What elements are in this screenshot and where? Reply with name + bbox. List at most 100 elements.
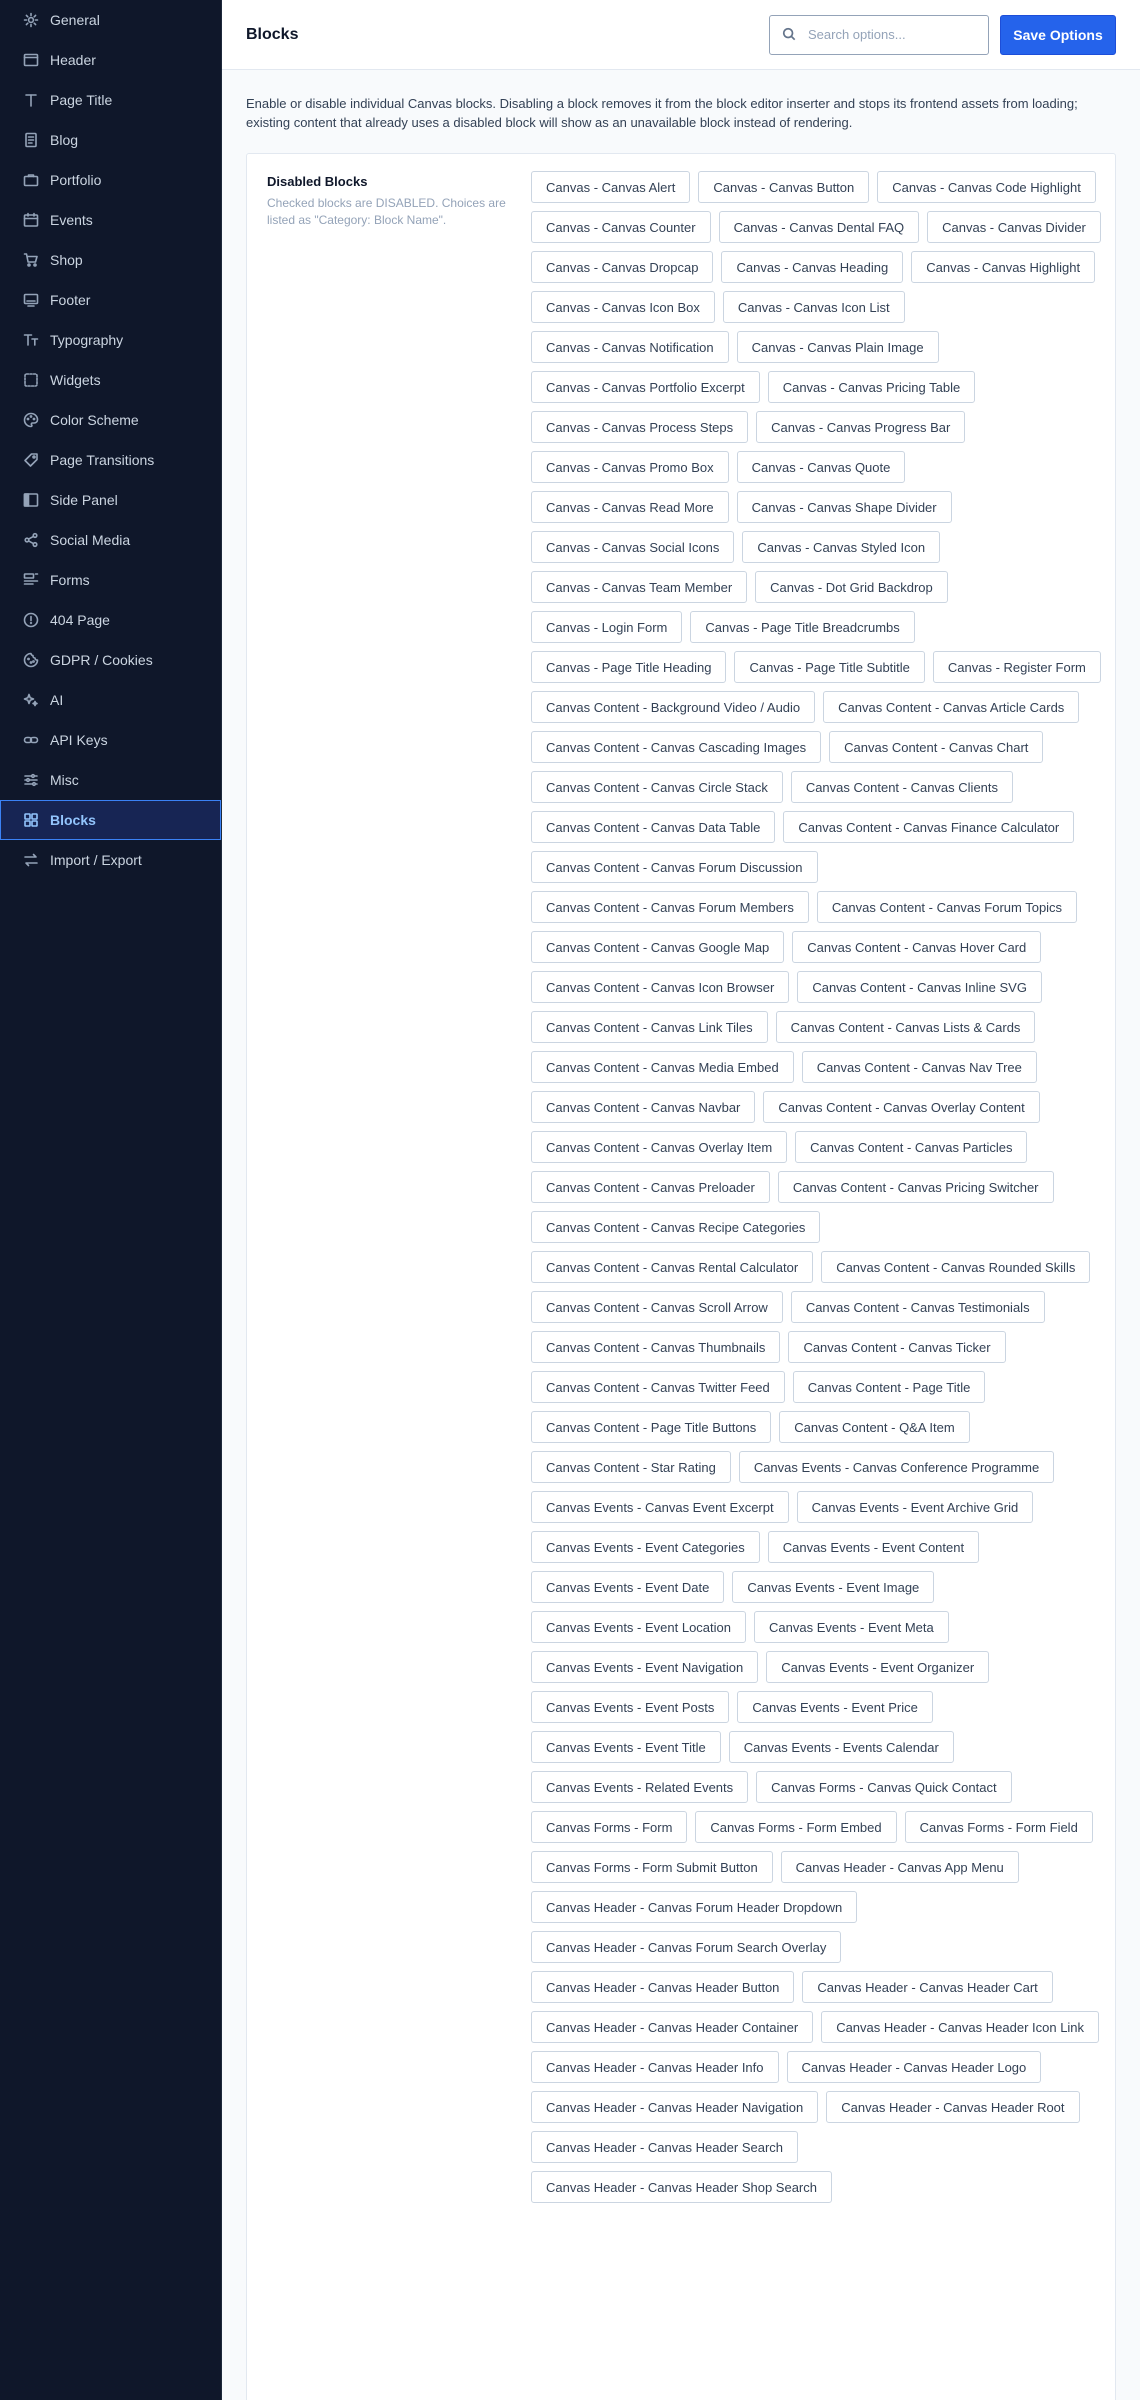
block-checkbox[interactable]: Canvas Content - Canvas Navbar [531,1091,756,1123]
block-checkbox[interactable]: Canvas Header - Canvas Forum Search Over… [531,1931,842,1963]
block-checkbox[interactable]: Canvas Events - Canvas Event Excerpt [531,1491,789,1523]
sidebar-item-shop[interactable]: Shop [0,240,221,280]
sidebar-item-api-keys[interactable]: API Keys [0,720,221,760]
block-checkbox[interactable]: Canvas Content - Canvas Forum Members [531,891,809,923]
block-checkbox[interactable]: Canvas - Canvas Button [698,171,870,203]
block-checkbox[interactable]: Canvas Content - Canvas Google Map [531,931,785,963]
block-checkbox[interactable]: Canvas - Canvas Social Icons [531,531,735,563]
block-checkbox[interactable]: Canvas Content - Canvas Cascading Images [531,731,822,763]
block-checkbox[interactable]: Canvas Header - Canvas Header Container [531,2011,814,2043]
block-checkbox[interactable]: Canvas Events - Related Events [531,1771,749,1803]
block-checkbox[interactable]: Canvas Events - Event Date [531,1571,725,1603]
block-checkbox[interactable]: Canvas Events - Event Location [531,1611,746,1643]
sidebar-item-events[interactable]: Events [0,200,221,240]
block-checkbox[interactable]: Canvas - Page Title Subtitle [734,651,925,683]
block-checkbox[interactable]: Canvas Forms - Form Submit Button [531,1851,773,1883]
block-checkbox[interactable]: Canvas Events - Event Title [531,1731,721,1763]
block-checkbox[interactable]: Canvas Content - Canvas Clients [790,771,1014,803]
block-checkbox[interactable]: Canvas - Canvas Counter [531,211,711,243]
block-checkbox[interactable]: Canvas Header - Canvas Header Cart [802,1971,1053,2003]
sidebar-item-typography[interactable]: Typography [0,320,221,360]
block-checkbox[interactable]: Canvas Content - Canvas Circle Stack [531,771,783,803]
block-checkbox[interactable]: Canvas - Canvas Team Member [531,571,748,603]
block-checkbox[interactable]: Canvas - Canvas Styled Icon [742,531,941,563]
sidebar-item-footer[interactable]: Footer [0,280,221,320]
block-checkbox[interactable]: Canvas Content - Canvas Hover Card [792,931,1042,963]
block-checkbox[interactable]: Canvas - Canvas Highlight [911,251,1096,283]
block-checkbox[interactable]: Canvas - Canvas Notification [531,331,729,363]
block-checkbox[interactable]: Canvas Content - Canvas Thumbnails [531,1331,781,1363]
sidebar-item-portfolio[interactable]: Portfolio [0,160,221,200]
block-checkbox[interactable]: Canvas Content - Canvas Rounded Skills [821,1251,1091,1283]
sidebar-item-import-export[interactable]: Import / Export [0,840,221,880]
block-checkbox[interactable]: Canvas - Canvas Icon List [722,291,905,323]
block-checkbox[interactable]: Canvas Content - Star Rating [531,1451,731,1483]
block-checkbox[interactable]: Canvas - Canvas Quote [736,451,906,483]
block-checkbox[interactable]: Canvas Header - Canvas Header Shop Searc… [531,2171,832,2203]
block-checkbox[interactable]: Canvas - Canvas Read More [531,491,729,523]
block-checkbox[interactable]: Canvas - Canvas Heading [721,251,904,283]
block-checkbox[interactable]: Canvas Header - Canvas Header Search [531,2131,799,2163]
block-checkbox[interactable]: Canvas Content - Canvas Icon Browser [531,971,790,1003]
block-checkbox[interactable]: Canvas Header - Canvas Header Button [531,1971,795,2003]
sidebar-item-side-panel[interactable]: Side Panel [0,480,221,520]
sidebar-item-blocks[interactable]: Blocks [0,800,221,840]
block-checkbox[interactable]: Canvas Header - Canvas Header Icon Link [821,2011,1100,2043]
block-checkbox[interactable]: Canvas Forms - Form Field [904,1811,1093,1843]
sidebar-item-page-transitions[interactable]: Page Transitions [0,440,221,480]
block-checkbox[interactable]: Canvas Events - Event Content [767,1531,980,1563]
block-checkbox[interactable]: Canvas Events - Event Organizer [766,1651,990,1683]
sidebar-item-blog[interactable]: Blog [0,120,221,160]
block-checkbox[interactable]: Canvas Header - Canvas Header Info [531,2051,779,2083]
block-checkbox[interactable]: Canvas - Canvas Code Highlight [877,171,1096,203]
block-checkbox[interactable]: Canvas Events - Event Image [732,1571,935,1603]
block-checkbox[interactable]: Canvas - Canvas Dropcap [531,251,714,283]
block-checkbox[interactable]: Canvas - Register Form [932,651,1101,683]
block-checkbox[interactable]: Canvas Events - Canvas Conference Progra… [738,1451,1055,1483]
block-checkbox[interactable]: Canvas Content - Canvas Lists & Cards [775,1011,1036,1043]
block-checkbox[interactable]: Canvas Content - Canvas Data Table [531,811,776,843]
sidebar-item-forms[interactable]: Forms [0,560,221,600]
sidebar-item-color-scheme[interactable]: Color Scheme [0,400,221,440]
block-checkbox[interactable]: Canvas Events - Event Price [737,1691,933,1723]
block-checkbox[interactable]: Canvas - Canvas Process Steps [531,411,749,443]
block-checkbox[interactable]: Canvas Header - Canvas Header Root [826,2091,1080,2123]
block-checkbox[interactable]: Canvas Content - Canvas Scroll Arrow [531,1291,783,1323]
block-checkbox[interactable]: Canvas Content - Canvas Overlay Item [531,1131,788,1163]
block-checkbox[interactable]: Canvas - Page Title Breadcrumbs [690,611,915,643]
block-checkbox[interactable]: Canvas - Canvas Promo Box [531,451,729,483]
block-checkbox[interactable]: Canvas Content - Canvas Inline SVG [797,971,1042,1003]
block-checkbox[interactable]: Canvas Header - Canvas Header Navigation [531,2091,819,2123]
block-checkbox[interactable]: Canvas Content - Canvas Forum Discussion [531,851,818,883]
block-checkbox[interactable]: Canvas Forms - Canvas Quick Contact [756,1771,1012,1803]
sidebar-item-404-page[interactable]: 404 Page [0,600,221,640]
block-checkbox[interactable]: Canvas Content - Canvas Finance Calculat… [783,811,1075,843]
search-box[interactable] [769,14,989,55]
block-checkbox[interactable]: Canvas Events - Events Calendar [728,1731,954,1763]
sidebar-item-general[interactable]: General [0,0,221,40]
block-checkbox[interactable]: Canvas - Dot Grid Backdrop [755,571,948,603]
block-checkbox[interactable]: Canvas Events - Event Posts [531,1691,730,1723]
sidebar-item-header[interactable]: Header [0,40,221,80]
block-checkbox[interactable]: Canvas Events - Event Meta [754,1611,949,1643]
block-checkbox[interactable]: Canvas - Canvas Progress Bar [756,411,966,443]
block-checkbox[interactable]: Canvas Content - Canvas Chart [829,731,1044,763]
block-checkbox[interactable]: Canvas Content - Canvas Pricing Switcher [777,1171,1054,1203]
block-checkbox[interactable]: Canvas - Canvas Icon Box [531,291,715,323]
block-checkbox[interactable]: Canvas Content - Q&A Item [779,1411,970,1443]
block-checkbox[interactable]: Canvas - Canvas Pricing Table [767,371,976,403]
block-checkbox[interactable]: Canvas Header - Canvas Header Logo [786,2051,1042,2083]
sidebar-item-social-media[interactable]: Social Media [0,520,221,560]
block-checkbox[interactable]: Canvas Header - Canvas App Menu [780,1851,1019,1883]
block-checkbox[interactable]: Canvas - Login Form [531,611,683,643]
sidebar-item-widgets[interactable]: Widgets [0,360,221,400]
block-checkbox[interactable]: Canvas Header - Canvas Forum Header Drop… [531,1891,858,1923]
block-checkbox[interactable]: Canvas - Canvas Divider [927,211,1101,243]
sidebar-item-ai[interactable]: AI [0,680,221,720]
sidebar-item-gdpr-cookies[interactable]: GDPR / Cookies [0,640,221,680]
block-checkbox[interactable]: Canvas Content - Page Title [792,1371,986,1403]
block-checkbox[interactable]: Canvas Content - Canvas Link Tiles [531,1011,768,1043]
block-checkbox[interactable]: Canvas Content - Canvas Media Embed [531,1051,794,1083]
sidebar-item-page-title[interactable]: Page Title [0,80,221,120]
block-checkbox[interactable]: Canvas Content - Canvas Particles [795,1131,1028,1163]
